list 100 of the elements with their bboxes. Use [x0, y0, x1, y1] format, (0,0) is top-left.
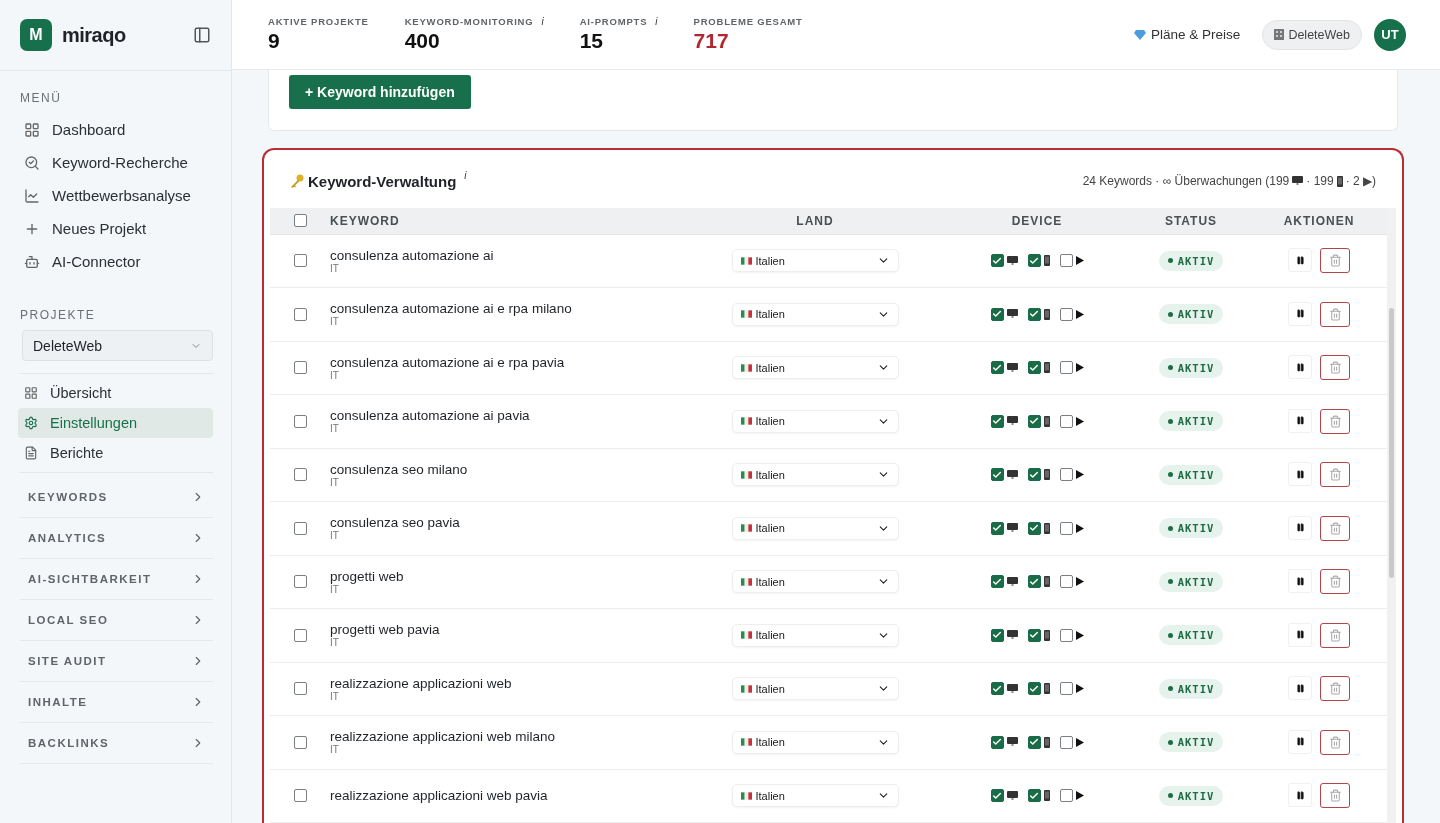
device-checkbox[interactable]: [1059, 361, 1073, 375]
delete-button[interactable]: [1320, 729, 1350, 755]
nav-section[interactable]: KEYWORDS: [20, 477, 213, 518]
device-checkbox[interactable]: [990, 575, 1004, 589]
add-keyword-button[interactable]: + Keyword hinzufügen: [289, 75, 471, 109]
device-checkbox[interactable]: [1059, 682, 1073, 696]
device-checkbox[interactable]: [1059, 789, 1073, 803]
country-select[interactable]: Italien: [731, 730, 899, 754]
pause-button[interactable]: [1288, 622, 1312, 647]
delete-button[interactable]: [1320, 355, 1350, 381]
device-checkbox[interactable]: [1059, 414, 1073, 428]
user-avatar[interactable]: UT: [1374, 18, 1406, 51]
delete-button[interactable]: [1320, 569, 1350, 595]
device-checkbox[interactable]: [1027, 735, 1041, 749]
device-checkbox[interactable]: [990, 414, 1004, 428]
device-checkbox[interactable]: [1027, 254, 1041, 268]
device-checkbox[interactable]: [1027, 307, 1041, 321]
device-checkbox[interactable]: [990, 628, 1004, 642]
device-checkbox[interactable]: [1027, 414, 1041, 428]
pause-button[interactable]: [1288, 462, 1312, 487]
device-checkbox[interactable]: [1059, 521, 1073, 535]
row-checkbox[interactable]: [293, 682, 307, 696]
row-checkbox[interactable]: [293, 307, 307, 321]
delete-button[interactable]: [1320, 462, 1350, 488]
plans-link[interactable]: Pläne & Preise: [1134, 27, 1241, 42]
delete-button[interactable]: [1320, 301, 1350, 327]
country-select[interactable]: Italien: [731, 677, 899, 701]
device-checkbox[interactable]: [990, 468, 1004, 482]
country-select[interactable]: Italien: [731, 516, 899, 540]
row-checkbox[interactable]: [293, 521, 307, 535]
nav-item[interactable]: Wettbewerbsanalyse: [18, 179, 213, 212]
device-checkbox[interactable]: [990, 361, 1004, 375]
device-checkbox[interactable]: [1059, 735, 1073, 749]
device-checkbox[interactable]: [1027, 468, 1041, 482]
device-checkbox[interactable]: [990, 682, 1004, 696]
country-select[interactable]: Italien: [731, 409, 899, 433]
row-checkbox[interactable]: [293, 414, 307, 428]
select-all-checkbox[interactable]: [293, 214, 307, 228]
pause-button[interactable]: [1288, 729, 1312, 754]
device-checkbox[interactable]: [1027, 361, 1041, 375]
device-checkbox[interactable]: [1059, 254, 1073, 268]
delete-button[interactable]: [1320, 248, 1350, 274]
delete-button[interactable]: [1320, 783, 1350, 809]
row-checkbox[interactable]: [293, 254, 307, 268]
row-checkbox[interactable]: [293, 468, 307, 482]
delete-button[interactable]: [1320, 515, 1350, 541]
nav-section[interactable]: BACKLINKS: [20, 723, 213, 764]
nav-section[interactable]: LOCAL SEO: [20, 600, 213, 641]
country-select[interactable]: Italien: [731, 784, 899, 808]
pause-button[interactable]: [1288, 783, 1312, 808]
nav-item[interactable]: AI-Connector: [18, 245, 213, 278]
pause-button[interactable]: [1288, 301, 1312, 326]
delete-button[interactable]: [1320, 622, 1350, 648]
pause-button[interactable]: [1288, 515, 1312, 540]
nav-item[interactable]: Berichte: [18, 438, 213, 468]
device-checkbox[interactable]: [1027, 575, 1041, 589]
nav-section[interactable]: INHALTE: [20, 682, 213, 723]
nav-section[interactable]: SITE AUDIT: [20, 641, 213, 682]
pause-button[interactable]: [1288, 355, 1312, 380]
country-select[interactable]: Italien: [731, 302, 899, 326]
nav-item[interactable]: Keyword-Recherche: [18, 146, 213, 179]
device-checkbox[interactable]: [990, 307, 1004, 321]
country-select[interactable]: Italien: [731, 623, 899, 647]
delete-button[interactable]: [1320, 408, 1350, 434]
workspace-button[interactable]: DeleteWeb: [1262, 19, 1362, 50]
country-select[interactable]: Italien: [731, 463, 899, 487]
device-checkbox[interactable]: [1059, 628, 1073, 642]
nav-item[interactable]: Übersicht: [18, 378, 213, 408]
country-select[interactable]: Italien: [731, 249, 899, 273]
nav-section[interactable]: AI-SICHTBARKEIT: [20, 559, 213, 600]
nav-item[interactable]: Einstellungen: [18, 408, 213, 438]
device-checkbox[interactable]: [990, 254, 1004, 268]
scrollbar[interactable]: [1387, 208, 1396, 823]
country-select[interactable]: Italien: [731, 570, 899, 594]
device-checkbox[interactable]: [990, 789, 1004, 803]
pause-button[interactable]: [1288, 248, 1312, 273]
row-checkbox[interactable]: [293, 575, 307, 589]
nav-item[interactable]: Neues Projekt: [18, 212, 213, 245]
device-checkbox[interactable]: [1059, 307, 1073, 321]
project-select[interactable]: DeleteWeb: [22, 330, 213, 361]
row-checkbox[interactable]: [293, 361, 307, 375]
device-checkbox[interactable]: [1027, 628, 1041, 642]
row-checkbox[interactable]: [293, 735, 307, 749]
device-checkbox[interactable]: [1027, 682, 1041, 696]
device-checkbox[interactable]: [990, 735, 1004, 749]
device-checkbox[interactable]: [1059, 468, 1073, 482]
pause-button[interactable]: [1288, 569, 1312, 594]
nav-item[interactable]: Dashboard: [18, 113, 213, 146]
device-checkbox[interactable]: [990, 521, 1004, 535]
pause-button[interactable]: [1288, 408, 1312, 433]
row-checkbox[interactable]: [293, 628, 307, 642]
sidebar-toggle-icon[interactable]: [193, 26, 211, 44]
device-checkbox[interactable]: [1027, 789, 1041, 803]
device-checkbox[interactable]: [1059, 575, 1073, 589]
device-checkbox[interactable]: [1027, 521, 1041, 535]
nav-section[interactable]: ANALYTICS: [20, 518, 213, 559]
pause-button[interactable]: [1288, 676, 1312, 701]
country-select[interactable]: Italien: [731, 356, 899, 380]
row-checkbox[interactable]: [293, 789, 307, 803]
delete-button[interactable]: [1320, 676, 1350, 702]
